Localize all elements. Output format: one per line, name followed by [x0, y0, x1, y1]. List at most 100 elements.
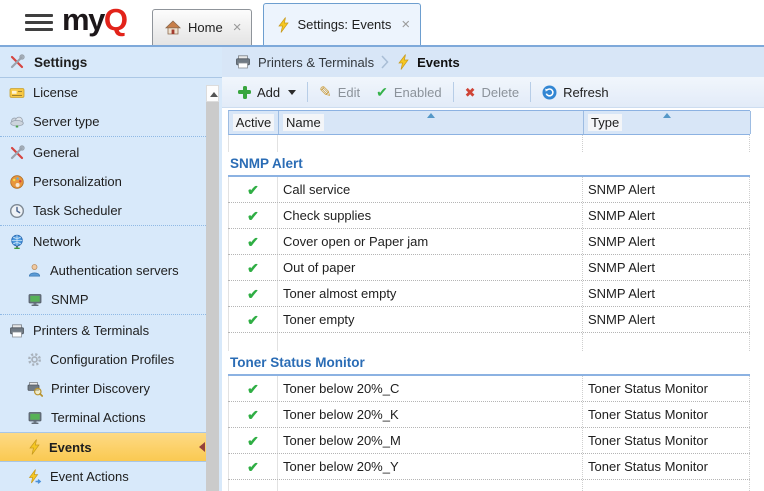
active-cell — [228, 203, 278, 228]
tab-home[interactable]: Home — [152, 9, 252, 45]
table-header: Active Name Type — [228, 110, 750, 135]
column-header-name[interactable]: Name — [279, 111, 584, 134]
sidebar-item-license[interactable]: License — [0, 78, 206, 107]
monitor-icon — [27, 410, 43, 426]
home-icon — [165, 20, 181, 36]
name-cell: Toner below 20%_K — [278, 402, 583, 427]
sidebar-item-events[interactable]: Events — [0, 432, 206, 462]
sidebar-item-label: Printers & Terminals — [33, 323, 149, 338]
table-row[interactable]: Cover open or Paper jam SNMP Alert — [228, 229, 750, 255]
sidebar-item-label: License — [33, 85, 78, 100]
sidebar-item-printers-terminals[interactable]: Printers & Terminals — [0, 316, 206, 345]
active-cell — [228, 428, 278, 453]
active-cell — [228, 177, 278, 202]
monitor-icon — [27, 292, 43, 308]
table-row[interactable]: Toner below 20%_M Toner Status Monitor — [228, 428, 750, 454]
active-cell — [228, 229, 278, 254]
table-row[interactable]: Toner below 20%_Y Toner Status Monitor — [228, 454, 750, 480]
sidebar-item-printer-discovery[interactable]: Printer Discovery — [0, 374, 206, 403]
active-cell — [228, 255, 278, 280]
column-header-active[interactable]: Active — [229, 111, 279, 134]
sidebar-item-event-actions[interactable]: Event Actions — [0, 462, 206, 491]
type-cell: SNMP Alert — [583, 203, 750, 228]
type-cell: SNMP Alert — [583, 229, 750, 254]
toolbar-separator — [307, 82, 308, 102]
user-icon — [27, 263, 42, 278]
tab-settings-events[interactable]: Settings: Events — [263, 3, 421, 45]
sidebar-item-general[interactable]: General — [0, 138, 206, 167]
dropdown-caret-icon — [288, 90, 296, 95]
sidebar-item-label: General — [33, 145, 79, 160]
active-cell — [228, 376, 278, 401]
top-bar: myQ Home Settings: Events — [0, 0, 764, 47]
table-row[interactable]: Call service SNMP Alert — [228, 177, 750, 203]
table-row[interactable]: Toner below 20%_K Toner Status Monitor — [228, 402, 750, 428]
name-cell: Toner almost empty — [278, 281, 583, 306]
edit-button[interactable]: Edit — [311, 80, 368, 104]
type-cell: Toner Status Monitor — [583, 376, 750, 401]
sidebar-item-label: Task Scheduler — [33, 203, 122, 218]
sidebar-scrollbar[interactable] — [206, 85, 219, 491]
table-row[interactable]: Toner almost empty SNMP Alert — [228, 281, 750, 307]
scroll-up-icon[interactable] — [206, 85, 219, 102]
sidebar-item-network[interactable]: Network — [0, 227, 206, 256]
sidebar-item-label: Network — [33, 234, 81, 249]
toolbar-separator — [530, 82, 531, 102]
lightning-icon — [27, 439, 41, 455]
sidebar-item-configuration-profiles[interactable]: Configuration Profiles — [0, 345, 206, 374]
sidebar-item-snmp[interactable]: SNMP — [0, 285, 206, 314]
plus-icon — [238, 86, 251, 99]
sidebar-item-label: Terminal Actions — [51, 410, 146, 425]
active-check-icon — [247, 408, 259, 422]
column-header-type[interactable]: Type — [584, 111, 751, 134]
sort-asc-icon — [427, 113, 435, 118]
tab-label: Home — [188, 20, 223, 35]
sidebar-item-label: Server type — [33, 114, 99, 129]
table-row[interactable]: Check supplies SNMP Alert — [228, 203, 750, 229]
add-button[interactable]: Add — [230, 80, 304, 104]
table-row[interactable]: Toner below 20%_C Toner Status Monitor — [228, 376, 750, 402]
breadcrumb-item-printers-terminals[interactable]: Printers & Terminals — [258, 55, 374, 70]
sidebar-item-terminal-actions[interactable]: Terminal Actions — [0, 403, 206, 432]
close-icon[interactable] — [233, 20, 242, 35]
delete-button-label: Delete — [481, 85, 519, 100]
active-check-icon — [247, 261, 259, 275]
name-cell: Cover open or Paper jam — [278, 229, 583, 254]
type-cell: SNMP Alert — [583, 177, 750, 202]
name-cell: Out of paper — [278, 255, 583, 280]
main-panel: Printers & Terminals Events Add Edit — [222, 47, 764, 491]
globe-icon — [9, 234, 25, 250]
name-cell: Toner below 20%_M — [278, 428, 583, 453]
sidebar-header-settings[interactable]: Settings — [0, 47, 222, 78]
table-row[interactable]: Out of paper SNMP Alert — [228, 255, 750, 281]
name-cell: Toner below 20%_Y — [278, 454, 583, 479]
type-cell: Toner Status Monitor — [583, 428, 750, 453]
delete-button[interactable]: Delete — [457, 80, 527, 104]
printer-search-icon — [27, 381, 43, 397]
menu-icon[interactable] — [25, 14, 53, 31]
active-check-icon — [247, 235, 259, 249]
close-icon[interactable] — [401, 17, 410, 32]
sidebar-item-authentication-servers[interactable]: Authentication servers — [0, 256, 206, 285]
active-check-icon — [247, 313, 259, 327]
type-cell: Toner Status Monitor — [583, 402, 750, 427]
sidebar-item-server-type[interactable]: Server type — [0, 107, 206, 136]
tab-label: Settings: Events — [297, 17, 391, 32]
cloud-icon — [9, 114, 25, 130]
scrollbar-thumb[interactable] — [206, 102, 219, 491]
enabled-button[interactable]: Enabled — [368, 80, 449, 104]
type-cell: SNMP Alert — [583, 281, 750, 306]
sidebar-item-label: Authentication servers — [50, 263, 179, 278]
table-spacer — [228, 333, 750, 351]
selected-item-arrow — [199, 442, 205, 452]
name-cell: Check supplies — [278, 203, 583, 228]
sidebar-item-personalization[interactable]: Personalization — [0, 167, 206, 196]
active-check-icon — [247, 434, 259, 448]
type-cell: SNMP Alert — [583, 255, 750, 280]
refresh-button[interactable]: Refresh — [534, 80, 617, 104]
printer-icon — [9, 323, 25, 339]
table-row[interactable]: Toner empty SNMP Alert — [228, 307, 750, 333]
active-cell — [228, 402, 278, 427]
sidebar-item-task-scheduler[interactable]: Task Scheduler — [0, 196, 206, 225]
clock-icon — [9, 203, 25, 219]
